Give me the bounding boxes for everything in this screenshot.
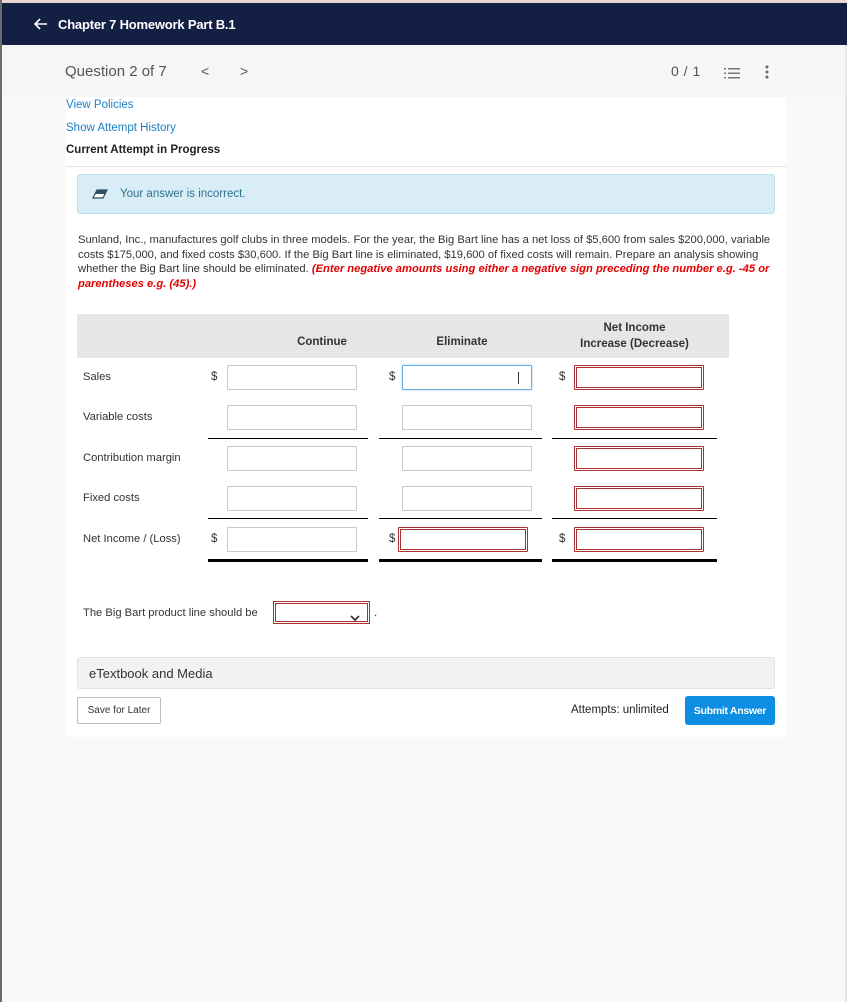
subtotal-rule: [552, 438, 717, 439]
question-text: Sunland, Inc., manufactures golf clubs i…: [78, 233, 778, 291]
chevron-down-icon: [350, 609, 360, 627]
currency-symbol: $: [389, 533, 396, 545]
subtotal-rule: [552, 518, 717, 519]
eraser-icon: [92, 189, 108, 199]
alert-message: Your answer is incorrect.: [120, 188, 246, 200]
next-question-button[interactable]: >: [240, 63, 248, 79]
currency-symbol: $: [211, 371, 218, 383]
variable-costs-net-input[interactable]: [574, 405, 704, 430]
text-caret: [518, 372, 519, 384]
previous-question-button[interactable]: <: [201, 63, 209, 79]
currency-symbol: $: [559, 371, 566, 383]
fixed-costs-eliminate-input[interactable]: [402, 486, 532, 511]
net-income-continue-input[interactable]: [227, 527, 357, 552]
attempts-label: Attempts: unlimited: [571, 704, 669, 716]
total-rule: [208, 559, 368, 562]
fixed-costs-net-input[interactable]: [574, 486, 704, 511]
sales-eliminate-input[interactable]: [402, 365, 532, 390]
currency-symbol: $: [389, 371, 396, 383]
decision-select[interactable]: [273, 601, 370, 624]
incorrect-alert: Your answer is incorrect.: [77, 174, 775, 214]
net-income-eliminate-input[interactable]: [398, 527, 528, 552]
top-bar: Chapter 7 Homework Part B.1: [2, 0, 847, 45]
header-eliminate: Eliminate: [436, 336, 488, 348]
sales-continue-input[interactable]: [227, 365, 357, 390]
current-attempt-label: Current Attempt in Progress: [66, 144, 221, 156]
assignment-title: Chapter 7 Homework Part B.1: [58, 16, 236, 32]
question-header: Question 2 of 7 < > 0 / 1: [2, 45, 847, 97]
score: 0 / 1: [671, 63, 701, 79]
vertical-ellipsis-icon[interactable]: [765, 65, 769, 84]
contribution-margin-continue-input[interactable]: [227, 446, 357, 471]
row-label-net-income: Net Income / (Loss): [83, 533, 181, 545]
contribution-margin-eliminate-input[interactable]: [402, 446, 532, 471]
sales-net-input[interactable]: [574, 365, 704, 390]
view-policies-link[interactable]: View Policies: [66, 99, 134, 111]
total-rule: [552, 559, 717, 562]
row-label-contribution-margin: Contribution margin: [83, 452, 181, 464]
subtotal-rule: [379, 438, 542, 439]
row-label-sales: Sales: [83, 371, 111, 383]
header-continue: Continue: [297, 336, 347, 348]
question-number: Question 2 of 7: [65, 63, 167, 80]
row-label-variable-costs: Variable costs: [83, 411, 153, 423]
header-net-line2: Increase (Decrease): [580, 338, 689, 350]
numbered-list-icon[interactable]: [724, 67, 740, 85]
header-net-income: Net Income Increase (Decrease): [567, 320, 702, 352]
currency-symbol: $: [559, 533, 566, 545]
question-links: View Policies Show Attempt History Curre…: [66, 97, 786, 167]
contribution-margin-net-input[interactable]: [574, 446, 704, 471]
subtotal-rule: [208, 518, 368, 519]
show-attempt-history-link[interactable]: Show Attempt History: [66, 122, 176, 134]
total-rule: [379, 559, 542, 562]
arrow-left-icon[interactable]: [32, 15, 50, 33]
save-for-later-button[interactable]: Save for Later: [77, 697, 161, 724]
currency-symbol: $: [211, 533, 218, 545]
submit-answer-button[interactable]: Submit Answer: [685, 696, 775, 725]
subtotal-rule: [208, 438, 368, 439]
conclusion-text: The Big Bart product line should be: [83, 607, 258, 619]
question-card: Your answer is incorrect. Sunland, Inc.,…: [66, 166, 786, 737]
subtotal-rule: [379, 518, 542, 519]
row-label-fixed-costs: Fixed costs: [83, 492, 140, 504]
conclusion-period: .: [374, 607, 378, 619]
variable-costs-continue-input[interactable]: [227, 405, 357, 430]
variable-costs-eliminate-input[interactable]: [402, 405, 532, 430]
fixed-costs-continue-input[interactable]: [227, 486, 357, 511]
table-header: Continue Eliminate Net Income Increase (…: [77, 314, 729, 358]
net-income-net-input[interactable]: [574, 527, 704, 552]
etextbook-media-panel[interactable]: eTextbook and Media: [77, 657, 775, 689]
header-net-line1: Net Income: [603, 322, 666, 334]
